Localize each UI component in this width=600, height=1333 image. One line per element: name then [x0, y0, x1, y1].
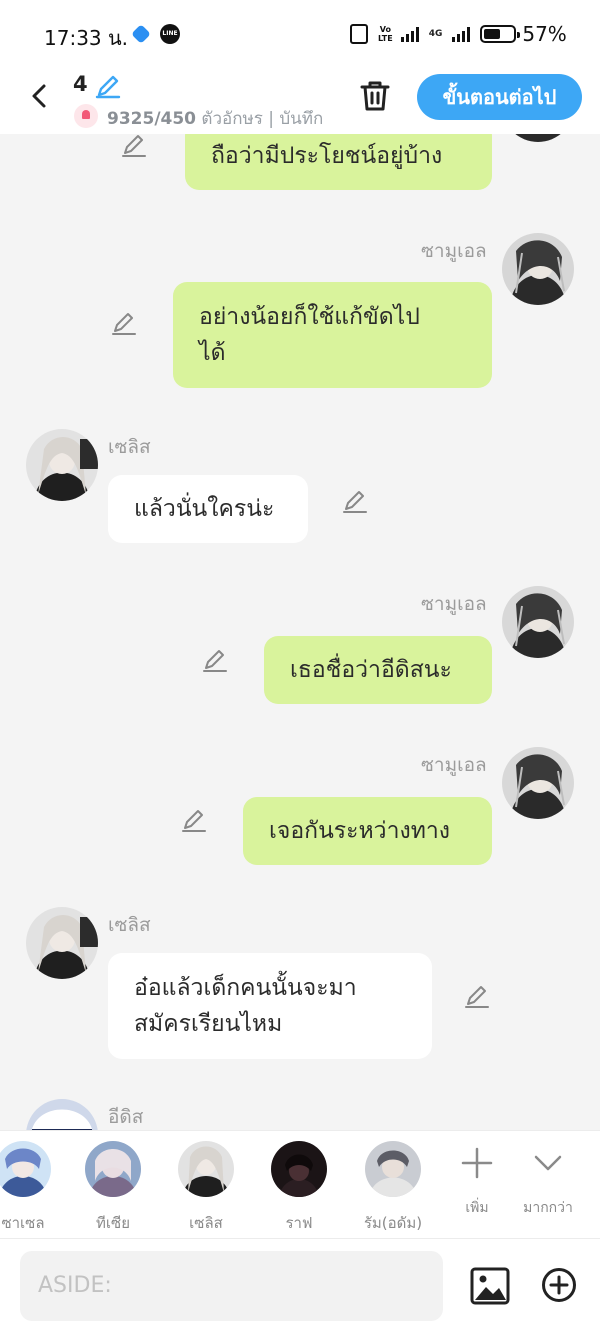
back-arrow-icon[interactable]: [22, 78, 58, 114]
speaker-name: ซามูเอล: [421, 754, 487, 776]
network-type: 4G: [428, 28, 443, 39]
signal-icon-2: [452, 26, 472, 42]
avatar-samuel[interactable]: [502, 134, 574, 142]
status-bar: 17:33 น. LINE Vo LTE 4G 57%: [0, 0, 600, 68]
avatar-samuel[interactable]: [502, 233, 574, 305]
character-count: 9325/450 ตัวอักษร | บันทึก: [107, 105, 330, 132]
signal-icon: [400, 26, 421, 42]
add-label: เพิ่ม: [465, 1200, 489, 1216]
character-avatar: [0, 1141, 51, 1197]
edit-message-icon[interactable]: [180, 807, 208, 835]
app-notification-icon: [131, 24, 151, 44]
edit-message-icon[interactable]: [201, 647, 229, 675]
avatar-celis[interactable]: [26, 429, 98, 501]
character-sazel[interactable]: ซาเซล: [0, 1141, 68, 1235]
character-label: ทีเซีย: [96, 1214, 130, 1232]
edit-title-icon[interactable]: [94, 72, 122, 100]
status-time: 17:33 น.: [44, 26, 129, 50]
chat-area: ถือว่ามีประโยชน์อยู่บ้าง ซามูเอล อย่างน้…: [0, 134, 600, 1130]
more-label: มากกว่า: [523, 1200, 573, 1216]
battery-percent: 57%: [522, 22, 567, 46]
character-rum-adam[interactable]: รัม(อดัม): [348, 1141, 438, 1235]
edit-message-icon[interactable]: [463, 983, 491, 1011]
input-bar: ASIDE:: [0, 1238, 600, 1333]
char-count-suffix: ตัวอักษร | บันทึก: [196, 109, 324, 129]
image-icon[interactable]: [470, 1267, 510, 1305]
battery-icon: [480, 25, 521, 43]
message-bubble[interactable]: เจอกันระหว่างทาง: [243, 797, 492, 865]
trash-icon[interactable]: [357, 78, 393, 114]
speaker-name: ซามูเอล: [421, 240, 487, 262]
plus-icon: [461, 1147, 493, 1179]
volte-indicator: Vo LTE: [378, 25, 393, 43]
character-avatar: [178, 1141, 234, 1197]
speaker-name: ซามูเอล: [421, 593, 487, 615]
character-celis[interactable]: เซลิส: [161, 1141, 251, 1235]
message-bubble[interactable]: อ๋อแล้วเด็กคนนั้นจะมา สมัครเรียนไหม: [108, 953, 432, 1059]
avatar-celis[interactable]: [26, 907, 98, 979]
vibrate-icon: [350, 24, 368, 44]
character-avatar: [365, 1141, 421, 1197]
edit-message-icon[interactable]: [120, 134, 148, 160]
character-label: ซาเซล: [1, 1214, 45, 1232]
character-raf[interactable]: ราฟ: [254, 1141, 344, 1235]
add-character-button[interactable]: เพิ่ม: [442, 1145, 512, 1219]
battery-fill: [484, 29, 501, 39]
speaker-name: อีดิส: [108, 1106, 144, 1128]
speaker-name: เซลิส: [108, 436, 151, 458]
char-count-value: 9325/450: [107, 109, 197, 129]
line-app-icon: LINE: [160, 24, 180, 44]
aside-input[interactable]: ASIDE:: [20, 1251, 443, 1321]
avatar-samuel[interactable]: [502, 747, 574, 819]
character-avatar: [271, 1141, 327, 1197]
character-label: ราฟ: [285, 1214, 313, 1232]
more-characters-button[interactable]: มากกว่า: [513, 1145, 583, 1219]
notice-icon: [74, 104, 98, 128]
edit-message-icon[interactable]: [341, 488, 369, 516]
message-bubble[interactable]: เธอชื่อว่าอีดิสนะ: [264, 636, 492, 704]
avatar-edis[interactable]: [26, 1099, 98, 1130]
speaker-name: เซลิส: [108, 914, 151, 936]
character-label: เซลิส: [189, 1214, 223, 1232]
message-bubble[interactable]: แล้วนั่นใครน่ะ: [108, 475, 308, 543]
chevron-down-icon: [534, 1155, 562, 1171]
character-tisia[interactable]: ทีเซีย: [68, 1141, 158, 1235]
episode-number: 4: [73, 72, 88, 96]
edit-message-icon[interactable]: [110, 310, 138, 338]
character-bar: ซาเซล ทีเซีย เซลิส ราฟ รัม(อดัม) เพิ่ม ม…: [0, 1130, 600, 1238]
character-label: รัม(อดัม): [363, 1214, 423, 1232]
next-step-button[interactable]: ขั้นตอนต่อไป: [417, 74, 582, 120]
editor-header: 4 9325/450 ตัวอักษร | บันทึก ขั้นตอนต่อไ…: [0, 68, 600, 134]
character-avatar: [85, 1141, 141, 1197]
message-bubble[interactable]: อย่างน้อยก็ใช้แก้ขัดไป ได้: [173, 282, 492, 388]
message-bubble[interactable]: ถือว่ามีประโยชน์อยู่บ้าง: [185, 134, 492, 190]
add-circle-icon[interactable]: [541, 1267, 577, 1303]
avatar-samuel[interactable]: [502, 586, 574, 658]
